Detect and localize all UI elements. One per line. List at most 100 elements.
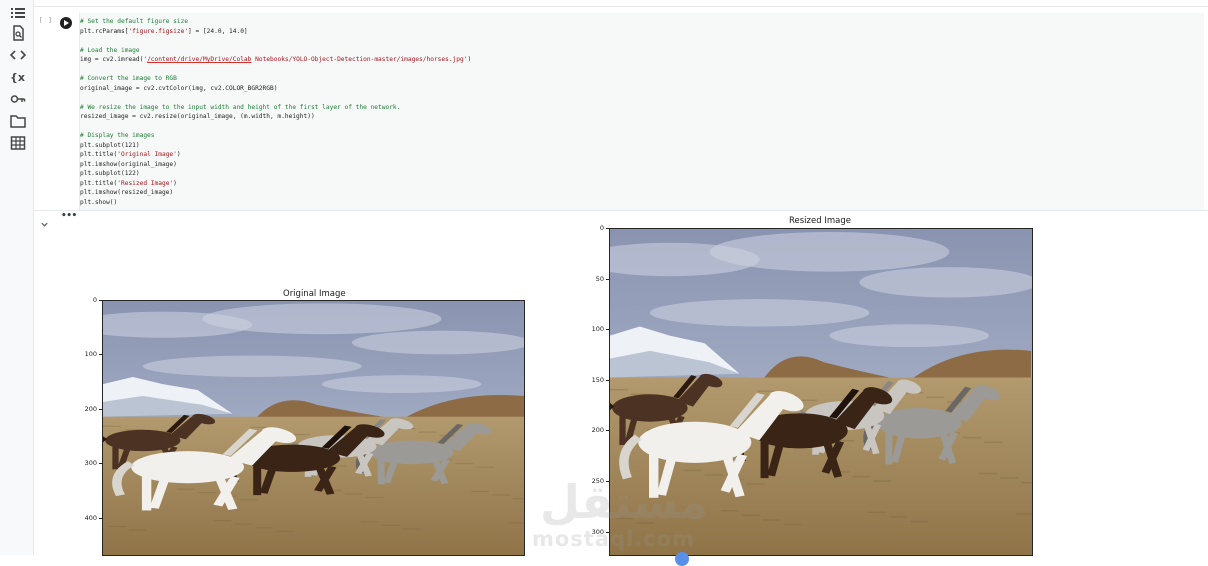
code-token: resized_image = cv2.resize(original_imag…: [80, 113, 315, 120]
grass-texture: [492, 494, 511, 496]
code-token: # Set the default figure size: [80, 18, 189, 25]
code-line: # Convert the image to RGB: [80, 74, 177, 83]
grass-texture: [455, 463, 474, 465]
resized-image-title: Resized Image: [789, 216, 851, 226]
y-tick-label: 100: [84, 350, 97, 359]
code-token: # Convert the image to RGB: [80, 75, 177, 82]
secrets-key-icon[interactable]: [10, 91, 26, 107]
y-tick-label: 200: [84, 404, 97, 413]
y-tick-label: 400: [84, 513, 97, 522]
code-token: original_image = cv2.cvtColor(img, cv2.C…: [80, 84, 278, 92]
code-token: # Load the image: [80, 46, 140, 54]
y-tick-mark: [99, 463, 102, 465]
chevron-down-icon[interactable]: [40, 214, 49, 227]
code-token: ): [173, 179, 177, 187]
grass-texture: [381, 524, 400, 526]
y-tick-label: 300: [84, 459, 97, 468]
code-line: resized_image = cv2.resize(original_imag…: [80, 112, 315, 121]
code-line: plt.imshow(resized_image): [80, 188, 173, 197]
code-line: img = cv2.imread('/content/drive/MyDrive…: [80, 55, 471, 64]
grass-texture: [868, 511, 887, 514]
code-token: plt.imshow(original_image): [80, 160, 177, 168]
grass-texture: [746, 483, 765, 485]
grass-texture: [197, 492, 216, 494]
y-tick-mark: [606, 329, 609, 331]
code-token: plt.subplot(121): [80, 141, 140, 149]
grass-texture: [250, 426, 269, 428]
code-line: # Set the default figure size: [80, 17, 188, 26]
grass-texture: [704, 474, 723, 476]
code-token: Notebooks/YOLO-Object-Detection-master/i…: [251, 56, 468, 63]
cell-output: ••• Original Image 0 100 200 300 400 Resized…: [34, 210, 1208, 566]
code-token: img = cv2.imread(: [80, 56, 144, 63]
code-token: plt.subplot(122): [80, 170, 140, 177]
left-sidebar: {x}: [0, 0, 34, 555]
table-of-contents-icon[interactable]: [10, 5, 26, 21]
grass-texture: [910, 520, 929, 523]
grass-texture: [799, 399, 818, 402]
code-token: plt.rcParams[: [80, 27, 129, 35]
grass-texture: [292, 433, 311, 436]
code-line: plt.rcParams['figure.figsize'] = [24.0, …: [80, 27, 248, 36]
code-line: # Display the images: [80, 131, 155, 140]
grass-texture: [276, 530, 295, 532]
code-line: plt.title('Resized Image'): [80, 179, 177, 188]
y-tick-mark: [99, 354, 102, 356]
cloud: [321, 375, 482, 393]
grass-texture: [926, 396, 945, 399]
code-token: 'Resized Image': [117, 179, 174, 187]
cloud: [709, 232, 950, 272]
find-replace-icon[interactable]: [10, 25, 26, 41]
grass-texture: [741, 514, 760, 517]
grass-texture: [128, 529, 147, 531]
floating-indicator: [675, 552, 689, 566]
execution-count: [ ]: [39, 17, 53, 24]
code-line: plt.title('Original Image'): [80, 150, 181, 159]
y-tick-label: 0: [92, 296, 97, 304]
code-token: plt.title(: [80, 179, 118, 187]
files-folder-icon[interactable]: [10, 113, 26, 129]
grass-texture: [508, 522, 524, 524]
code-token: # Display the images: [80, 132, 155, 139]
resized-image-axes: [609, 228, 1033, 556]
cloud: [142, 355, 362, 377]
y-tick-mark: [606, 430, 609, 432]
code-token: plt.show(): [80, 198, 118, 206]
code-line: plt.show(): [80, 198, 117, 207]
run-cell-button[interactable]: [60, 17, 72, 29]
code-line: plt.subplot(121): [80, 141, 140, 150]
code-line: plt.subplot(122): [80, 169, 140, 178]
grass-texture: [757, 390, 776, 392]
cloud: [351, 330, 524, 355]
code-editor[interactable]: # Set the default figure size plt.rcParam…: [79, 13, 1204, 211]
code-token: plt.imshow(resized_image): [80, 189, 174, 196]
grass-texture: [720, 510, 739, 512]
grass-texture: [610, 388, 628, 391]
variables-inspector-icon[interactable]: {x}: [10, 69, 26, 85]
grass-texture: [1016, 513, 1032, 515]
grass-texture: [783, 523, 802, 526]
code-token: ] = [24.0, 14.0]: [188, 27, 248, 35]
y-tick-mark: [606, 278, 609, 280]
grass-texture: [103, 425, 121, 427]
y-tick-mark: [99, 300, 102, 301]
original-image-axes: [102, 300, 525, 556]
output-menu-button[interactable]: •••: [61, 211, 77, 221]
grass-texture: [239, 499, 258, 501]
code-token: plt.title(: [80, 151, 118, 158]
code-token: 'Original Image': [117, 151, 177, 158]
grass-texture: [176, 488, 195, 490]
grass-texture: [418, 431, 437, 433]
code-snippets-icon[interactable]: [10, 47, 26, 63]
grass-texture: [984, 441, 1003, 444]
y-tick-mark: [606, 379, 609, 381]
grass-texture: [635, 522, 654, 524]
data-table-icon[interactable]: [10, 135, 26, 151]
grass-texture: [873, 480, 892, 482]
code-line: plt.imshow(original_image): [80, 160, 177, 169]
code-cell[interactable]: [ ] # Set the default figure size plt.rcP…: [34, 6, 1208, 211]
code-token: ): [176, 151, 181, 158]
cloud: [202, 303, 442, 335]
y-tick-label: 0: [599, 224, 604, 232]
grass-texture: [107, 525, 126, 528]
